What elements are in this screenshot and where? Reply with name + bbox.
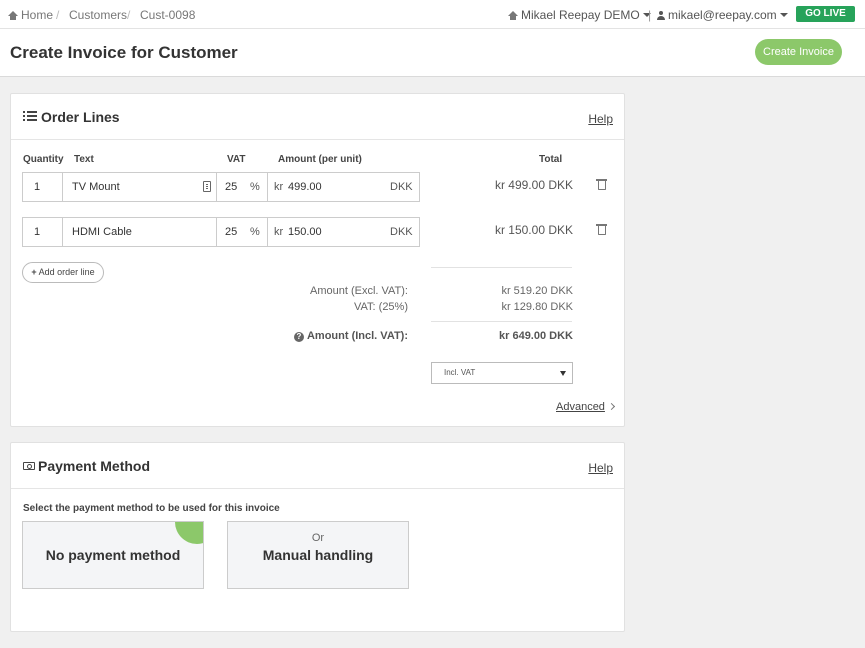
option-label: Manual handling bbox=[262, 547, 374, 563]
no-payment-method-option[interactable]: No payment method bbox=[22, 521, 204, 589]
vat-input[interactable]: 25 bbox=[225, 173, 237, 201]
page-title: Create Invoice for Customer bbox=[10, 43, 238, 62]
amount-input[interactable]: 499.00 bbox=[288, 173, 322, 201]
breadcrumb-current: Cust-0098 bbox=[140, 8, 196, 22]
home-icon bbox=[508, 11, 518, 20]
order-lines-panel: Order Lines Help Quantity Text VAT Amoun… bbox=[10, 93, 625, 427]
description-icon[interactable] bbox=[203, 181, 211, 192]
currency-prefix: kr bbox=[274, 181, 284, 193]
trash-icon[interactable] bbox=[596, 179, 607, 190]
column-header-amount: Amount (per unit) bbox=[278, 154, 362, 165]
order-lines-header: Order Lines Help bbox=[11, 94, 624, 140]
breadcrumb-home[interactable]: Home bbox=[8, 8, 53, 22]
column-header-vat: VAT bbox=[227, 154, 246, 165]
payment-method-panel: Payment Method Help Select the payment m… bbox=[10, 442, 625, 632]
breadcrumb-customers[interactable]: Customers bbox=[69, 8, 127, 22]
home-icon bbox=[8, 11, 18, 20]
account-divider: | bbox=[648, 8, 652, 22]
order-line-row: 1 TV Mount 25 % kr 499.00 DKK bbox=[22, 172, 420, 202]
org-switcher[interactable]: Mikael Reepay DEMO bbox=[508, 8, 651, 22]
go-live-button[interactable]: GO LIVE bbox=[796, 6, 855, 22]
advanced-link[interactable]: Advanced bbox=[556, 401, 615, 413]
divider bbox=[431, 321, 572, 322]
option-or-label: Or bbox=[311, 532, 325, 544]
amount-incl-vat-label: ? Amount (Incl. VAT): bbox=[293, 330, 408, 342]
text-input[interactable]: TV Mount bbox=[72, 173, 120, 201]
breadcrumb-separator: / bbox=[56, 8, 60, 22]
user-menu[interactable]: mikael@reepay.com bbox=[657, 8, 788, 22]
chevron-right-icon bbox=[607, 402, 615, 411]
manual-handling-option[interactable]: Or Manual handling bbox=[227, 521, 409, 589]
user-icon bbox=[657, 11, 665, 20]
dropdown-arrow-icon bbox=[560, 371, 566, 376]
amount-excl-vat-value: kr 519.20 DKK bbox=[501, 285, 573, 297]
question-icon[interactable]: ? bbox=[293, 332, 304, 342]
selected-badge bbox=[175, 522, 203, 544]
amount-input[interactable]: 150.00 bbox=[288, 218, 322, 246]
currency-label: DKK bbox=[390, 181, 413, 193]
option-label: No payment method bbox=[45, 547, 181, 563]
quantity-input[interactable]: 1 bbox=[34, 218, 40, 246]
currency-prefix: kr bbox=[274, 226, 284, 238]
amount-excl-vat-label: Amount (Excl. VAT): bbox=[309, 285, 408, 297]
vat-mode-select[interactable]: Incl. VAT bbox=[431, 362, 573, 384]
column-header-text: Text bbox=[74, 154, 94, 165]
divider bbox=[431, 267, 572, 268]
row-total: kr 499.00 DKK bbox=[494, 178, 573, 192]
page-header: Create Invoice for Customer Create Invoi… bbox=[0, 29, 865, 77]
create-invoice-button[interactable]: Create Invoice bbox=[755, 39, 842, 65]
vat-percent-label: % bbox=[250, 226, 260, 238]
money-icon bbox=[23, 462, 35, 470]
plus-icon: + bbox=[31, 267, 37, 277]
vat-label: VAT: (25%) bbox=[354, 301, 408, 313]
order-lines-help-link[interactable]: Help bbox=[588, 112, 613, 126]
vat-percent-label: % bbox=[250, 181, 260, 193]
row-total: kr 150.00 DKK bbox=[494, 223, 573, 237]
payment-method-title: Payment Method bbox=[38, 458, 151, 474]
order-line-row: 1 HDMI Cable 25 % kr 150.00 DKK bbox=[22, 217, 420, 247]
payment-method-help-link[interactable]: Help bbox=[588, 461, 613, 475]
vat-value: kr 129.80 DKK bbox=[501, 301, 573, 313]
currency-label: DKK bbox=[390, 226, 413, 238]
quantity-input[interactable]: 1 bbox=[34, 173, 40, 201]
column-header-total: Total bbox=[539, 154, 563, 165]
list-icon bbox=[23, 111, 37, 122]
amount-incl-vat-value: kr 649.00 DKK bbox=[499, 330, 573, 342]
payment-method-subtitle: Select the payment method to be used for… bbox=[23, 503, 280, 514]
text-input[interactable]: HDMI Cable bbox=[72, 218, 132, 246]
breadcrumb-separator: / bbox=[127, 8, 131, 22]
add-order-line-button[interactable]: + Add order line bbox=[22, 262, 104, 283]
payment-method-header: Payment Method Help bbox=[11, 443, 624, 489]
trash-icon[interactable] bbox=[596, 224, 607, 235]
caret-down-icon bbox=[779, 13, 788, 17]
top-bar: Home / Customers / Cust-0098 Mikael Reep… bbox=[0, 0, 865, 29]
vat-input[interactable]: 25 bbox=[225, 218, 237, 246]
order-lines-title: Order Lines bbox=[41, 109, 120, 125]
column-header-quantity: Quantity bbox=[23, 154, 64, 165]
